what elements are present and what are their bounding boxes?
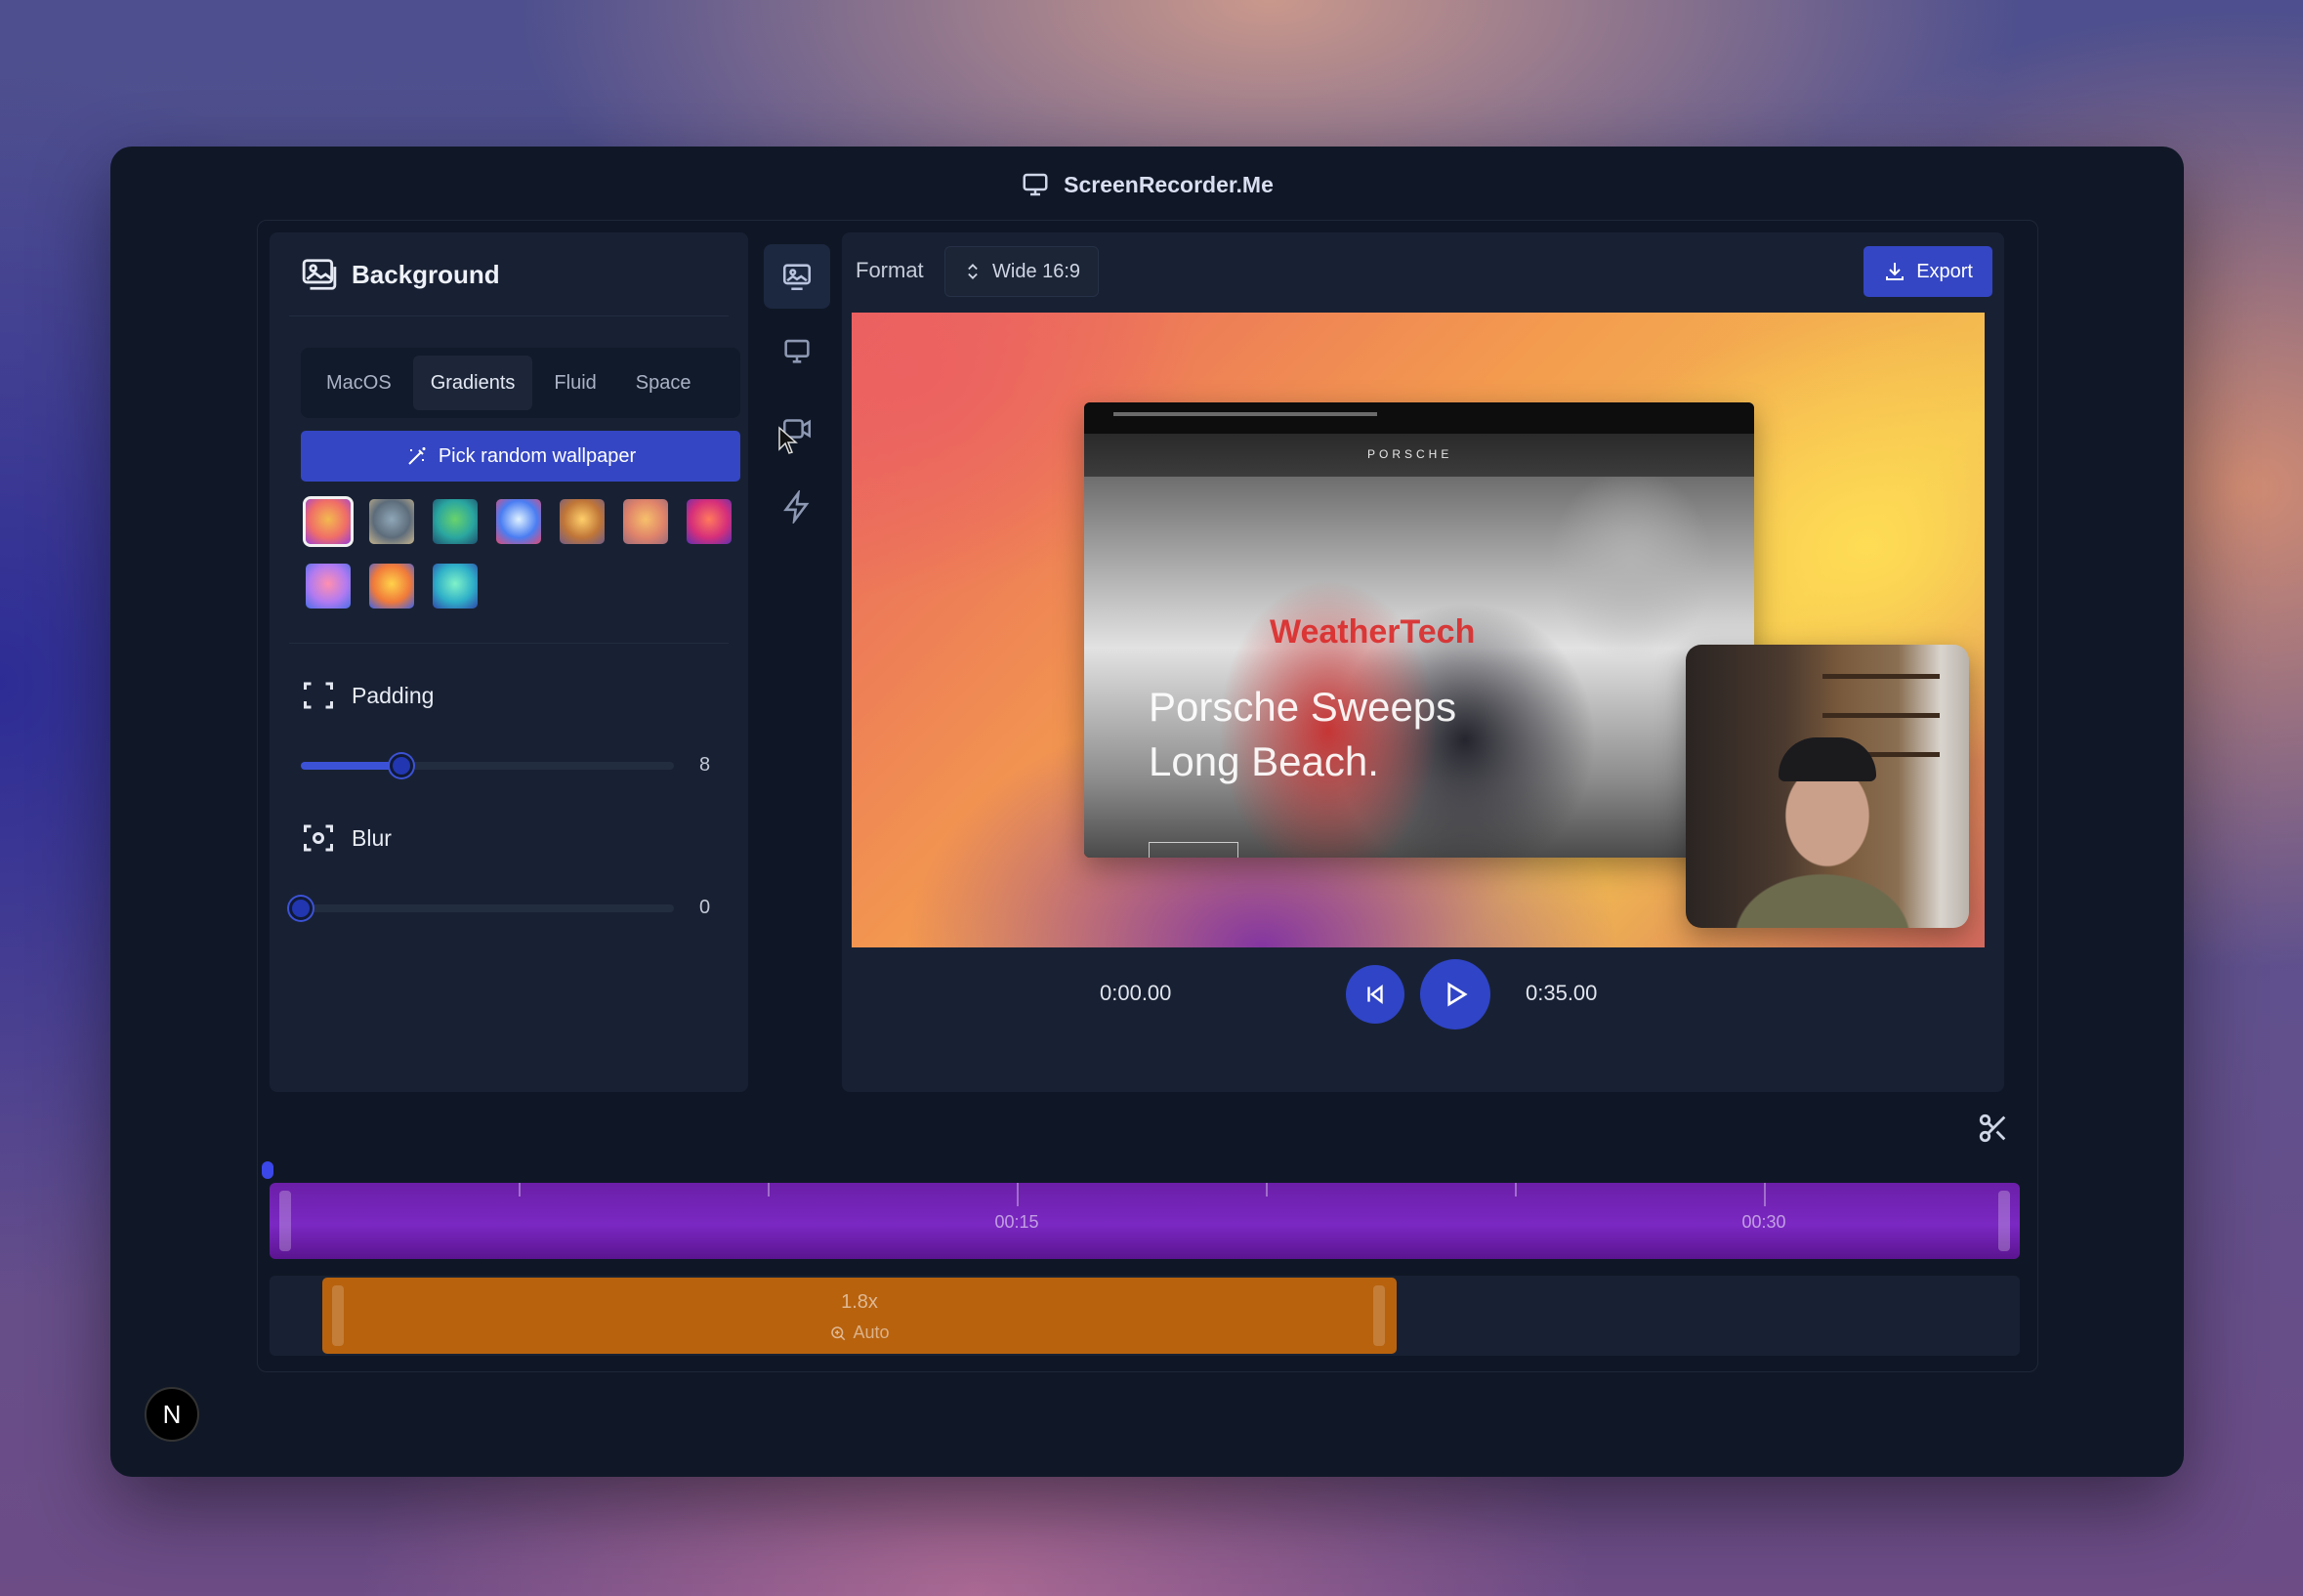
total-time: 0:35.00 (1526, 981, 1598, 1005)
clip-start-handle[interactable] (279, 1191, 291, 1251)
wallpaper-swatch[interactable] (369, 499, 414, 544)
clip-end-handle[interactable] (1998, 1191, 2010, 1251)
screen-recording: PORSCHE WeatherTech Porsche Sweeps Long … (1084, 402, 1754, 858)
capture-headline: Porsche Sweeps Long Beach. (1149, 684, 1457, 784)
tab-gradients[interactable]: Gradients (412, 356, 533, 410)
download-icon (1886, 263, 1905, 280)
wallpaper-swatch[interactable] (433, 499, 478, 544)
webcam-overlay[interactable] (1686, 645, 1969, 928)
timeline-tick (768, 1183, 770, 1197)
image-icon (302, 259, 337, 290)
panel-header: Background (301, 252, 500, 297)
monitor-icon (1023, 173, 1048, 196)
screen-tool-button[interactable] (764, 318, 830, 383)
frame-corners-icon (304, 682, 333, 709)
timeline-tick (1515, 1183, 1517, 1197)
format-value: Wide 16:9 (992, 260, 1081, 282)
preview-panel: Format Wide 16:9 Export PORSCHE WeatherT… (842, 232, 2004, 1092)
capture-hero-photo: WeatherTech Porsche Sweeps Long Beach. (1084, 477, 1754, 858)
blur-slider[interactable] (289, 897, 674, 920)
wallpaper-swatch[interactable] (369, 564, 414, 609)
timeline-tick-label: 00:30 (1741, 1212, 1786, 1232)
chevron-up-down-icon (968, 264, 978, 279)
format-select[interactable]: Wide 16:9 (944, 246, 1100, 297)
tab-macos[interactable]: MacOS (309, 356, 409, 410)
current-time: 0:00.00 (1100, 981, 1172, 1005)
zoom-segment[interactable]: 1.8x Auto (322, 1278, 1397, 1354)
divider (289, 643, 729, 644)
padding-slider-thumb[interactable] (390, 754, 414, 777)
capture-notice-bar (1084, 402, 1754, 434)
wallpaper-swatch[interactable] (303, 496, 354, 547)
export-label: Export (1916, 260, 1973, 282)
zoom-speed: 1.8x (841, 1291, 878, 1313)
editor: Background MacOS Gradients Fluid Space P… (257, 220, 2038, 1372)
padding-label: Padding (352, 682, 435, 708)
background-tool-button[interactable] (764, 244, 830, 309)
focus-icon (304, 824, 333, 852)
pick-random-wallpaper-button[interactable]: Pick random wallpaper (301, 431, 740, 482)
effects-tool-button[interactable] (764, 475, 830, 539)
timeline-tick (519, 1183, 521, 1197)
monitor-icon (784, 339, 810, 363)
timeline-playhead[interactable] (262, 1161, 273, 1179)
scissors-icon[interactable] (1977, 1112, 2010, 1145)
skip-back-button[interactable] (1346, 965, 1404, 1024)
preview-canvas[interactable]: PORSCHE WeatherTech Porsche Sweeps Long … (852, 313, 1985, 947)
playback-controls: 0:00.00 0:35.00 (842, 955, 2004, 1033)
blur-value: 0 (699, 897, 711, 918)
magic-wand-icon (408, 447, 426, 465)
tool-sidebar (756, 232, 834, 1092)
padding-setting: Padding (301, 678, 434, 713)
divider (289, 315, 729, 316)
zoom-track: 1.8x Auto (270, 1276, 2020, 1356)
timeline-tick (1764, 1183, 1766, 1206)
zoom-mode-label: Auto (853, 1323, 890, 1342)
blur-slider-thumb[interactable] (289, 897, 313, 920)
blur-setting: Blur (301, 820, 392, 856)
play-button[interactable] (1420, 959, 1490, 1029)
tab-space[interactable]: Space (618, 356, 709, 410)
zoom-mode: Auto (322, 1323, 1397, 1343)
timeline-tick (1017, 1183, 1019, 1206)
pick-random-wallpaper-label: Pick random wallpaper (438, 444, 637, 467)
wallpaper-swatch[interactable] (433, 564, 478, 609)
image-icon (782, 264, 812, 291)
zoom-in-icon (831, 1325, 846, 1340)
nextjs-badge[interactable]: N (145, 1387, 199, 1442)
lightning-icon (783, 490, 810, 524)
wallpaper-swatch[interactable] (496, 499, 541, 544)
format-label: Format (856, 258, 924, 282)
play-icon (1447, 982, 1468, 1007)
blur-label: Blur (352, 824, 392, 851)
capture-cta-button (1149, 842, 1238, 858)
wallpaper-tabs: MacOS Gradients Fluid Space (301, 348, 740, 418)
skip-back-icon (1367, 984, 1383, 1005)
panel-title: Background (352, 259, 500, 289)
wallpaper-swatch[interactable] (560, 499, 605, 544)
zoom-end-handle[interactable] (1373, 1285, 1385, 1346)
video-clip-track[interactable]: 00:15 00:30 (270, 1183, 2020, 1259)
background-panel: Background MacOS Gradients Fluid Space P… (270, 232, 748, 1092)
window-titlebar: ScreenRecorder.Me (110, 147, 2184, 223)
mouse-cursor-icon (778, 426, 798, 454)
app-title: ScreenRecorder.Me (1064, 171, 1274, 197)
tab-fluid[interactable]: Fluid (536, 356, 613, 410)
padding-value: 8 (699, 754, 711, 776)
timeline-tick-label: 00:15 (994, 1212, 1039, 1232)
padding-slider[interactable] (301, 754, 674, 777)
timeline-tick (1266, 1183, 1268, 1197)
export-button[interactable]: Export (1863, 246, 1992, 297)
wallpaper-swatch[interactable] (687, 499, 732, 544)
app-window: ScreenRecorder.Me Background MacOS Gradi… (110, 147, 2184, 1477)
capture-banner-text: WeatherTech (1270, 613, 1476, 651)
padding-slider-fill (301, 762, 402, 770)
webcam-person-cap (1779, 737, 1876, 781)
wallpaper-swatch[interactable] (623, 499, 668, 544)
wallpaper-swatch[interactable] (306, 564, 351, 609)
capture-brand-logo: PORSCHE (1367, 447, 1453, 461)
